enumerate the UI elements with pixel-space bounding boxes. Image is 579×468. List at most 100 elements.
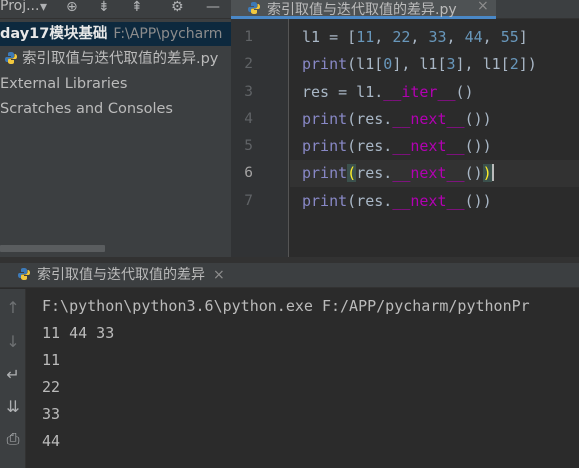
- line-number: 6: [244, 165, 253, 181]
- tree-item-python-file[interactable]: 索引取值与迭代取值的差异.py: [4, 47, 218, 71]
- code-token: ]): [518, 55, 537, 73]
- code-token: ,: [374, 28, 393, 46]
- code-dunder: __next__: [392, 192, 465, 210]
- code-token: ()): [464, 192, 492, 210]
- matched-paren: (: [347, 164, 357, 182]
- collapse-all-icon[interactable]: ⇟: [98, 0, 110, 17]
- project-root-name: day17模块基础: [0, 26, 108, 42]
- project-panel: Proj... ▾ ⊕ ⇟ ⇞ ⚙ — day17模块基础 F:\APP\pych…: [0, 0, 231, 257]
- dropdown-arrow-icon[interactable]: ▾: [40, 0, 47, 17]
- code-number: 33: [428, 28, 447, 46]
- line-number: 3: [244, 84, 253, 100]
- code-token: res.: [356, 137, 393, 155]
- scroll-down-icon[interactable]: ↓: [0, 333, 26, 351]
- code-number: 3: [446, 55, 456, 73]
- code-token: ,: [446, 28, 465, 46]
- console-line: 33: [42, 405, 61, 423]
- project-title[interactable]: Proj...: [0, 0, 39, 14]
- console-line: 11: [42, 351, 61, 369]
- code-token: ], l1[: [455, 55, 510, 73]
- gear-icon[interactable]: ⚙: [171, 0, 184, 17]
- code-number: 0: [383, 55, 393, 73]
- code-line-6[interactable]: print(res.__next__()): [302, 160, 494, 187]
- run-tab-close-icon[interactable]: ×: [213, 267, 225, 283]
- code-dunder: __iter__: [383, 83, 456, 101]
- python-run-icon: [18, 268, 30, 280]
- console-line: 44: [42, 432, 61, 450]
- tree-item-scratches[interactable]: Scratches and Consoles: [0, 97, 173, 121]
- editor-tab-active[interactable]: 索引取值与迭代取值的差异.py ×: [231, 0, 496, 19]
- scroll-to-end-icon[interactable]: ⇊: [0, 398, 26, 416]
- editor-tab-label: 索引取值与迭代取值的差异.py: [267, 2, 457, 18]
- run-tabbar: 索引取值与迭代取值的差异 ×: [0, 263, 579, 288]
- code-number: 22: [392, 28, 411, 46]
- tree-item-external-libraries[interactable]: External Libraries: [0, 72, 127, 96]
- code-number: 11: [356, 28, 375, 46]
- code-token: res.: [356, 164, 393, 182]
- code-keyword: print: [302, 164, 348, 182]
- code-token: (: [347, 110, 357, 128]
- code-line-5[interactable]: print(res.__next__()): [302, 133, 492, 160]
- code-line-4[interactable]: print(res.__next__()): [302, 106, 492, 133]
- project-root-path: F:\APP\pycharm: [113, 26, 223, 42]
- code-token: ,: [482, 28, 501, 46]
- code-token: ()): [464, 137, 492, 155]
- code-line-7[interactable]: print(res.__next__()): [302, 188, 492, 215]
- project-horizontal-scrollbar[interactable]: [0, 245, 105, 252]
- code-token: res.: [356, 110, 393, 128]
- editor-tab-close-icon[interactable]: ×: [477, 0, 489, 14]
- print-icon[interactable]: ⎙: [0, 430, 26, 448]
- code-dunder: __next__: [392, 110, 465, 128]
- target-icon[interactable]: ⊕: [66, 0, 78, 17]
- code-token: ]: [518, 28, 528, 46]
- code-number: 2: [509, 55, 519, 73]
- code-token: l1 = [: [302, 28, 357, 46]
- code-token: (l1[: [347, 55, 384, 73]
- code-keyword: print: [302, 110, 348, 128]
- minimize-icon[interactable]: —: [206, 0, 220, 17]
- code-line-1[interactable]: l1 = [11, 22, 33, 44, 55]: [302, 24, 528, 51]
- project-toolbar: Proj... ▾ ⊕ ⇟ ⇞ ⚙ —: [0, 0, 231, 19]
- code-keyword: print: [302, 192, 348, 210]
- line-number: 5: [244, 138, 253, 154]
- text-caret: [491, 164, 494, 181]
- scroll-up-icon[interactable]: ↑: [0, 299, 26, 317]
- console-line: 22: [42, 378, 61, 396]
- run-tab-label: 索引取值与迭代取值的差异: [37, 267, 205, 283]
- editor-tabstrip-empty: [496, 0, 579, 19]
- soft-wrap-icon[interactable]: ↵: [0, 366, 26, 384]
- code-token: res = l1.: [302, 83, 384, 101]
- run-tab[interactable]: 索引取值与迭代取值的差异 ×: [17, 264, 225, 286]
- scratches-label: Scratches and Consoles: [0, 101, 173, 117]
- line-number: 2: [244, 56, 253, 72]
- code-token: (: [347, 192, 357, 210]
- matched-paren: ): [482, 164, 492, 182]
- run-side-toolbar: ↑ ↓ ↵ ⇊ ⎙: [0, 289, 26, 468]
- console-line: 11 44 33: [42, 324, 115, 342]
- line-number: 7: [244, 193, 253, 209]
- code-token: res.: [356, 192, 393, 210]
- code-line-3[interactable]: res = l1.__iter__(): [302, 79, 474, 106]
- external-libraries-label: External Libraries: [0, 76, 128, 92]
- line-number: 4: [244, 111, 253, 127]
- code-dunder: __next__: [392, 137, 465, 155]
- python-file-icon: [5, 52, 17, 64]
- console-line: F:\python\python3.6\python.exe F:/APP/py…: [42, 297, 530, 315]
- code-token: (): [455, 83, 474, 101]
- python-file-icon: [248, 2, 260, 14]
- python-file-label: 索引取值与迭代取值的差异.py: [22, 51, 219, 67]
- code-token: ,: [410, 28, 429, 46]
- code-number: 44: [464, 28, 483, 46]
- code-token: (: [347, 137, 357, 155]
- code-keyword: print: [302, 55, 348, 73]
- expand-all-icon[interactable]: ⇞: [131, 0, 143, 17]
- code-token: (): [464, 164, 483, 182]
- code-line-2[interactable]: print(l1[0], l1[3], l1[2]): [302, 51, 537, 78]
- code-number: 55: [500, 28, 519, 46]
- tree-item-project-root[interactable]: day17模块基础 F:\APP\pycharm: [0, 22, 231, 46]
- code-dunder: __next__: [392, 164, 465, 182]
- code-keyword: print: [302, 137, 348, 155]
- code-token: ()): [464, 110, 492, 128]
- line-number: 1: [244, 29, 253, 45]
- code-token: ], l1[: [392, 55, 447, 73]
